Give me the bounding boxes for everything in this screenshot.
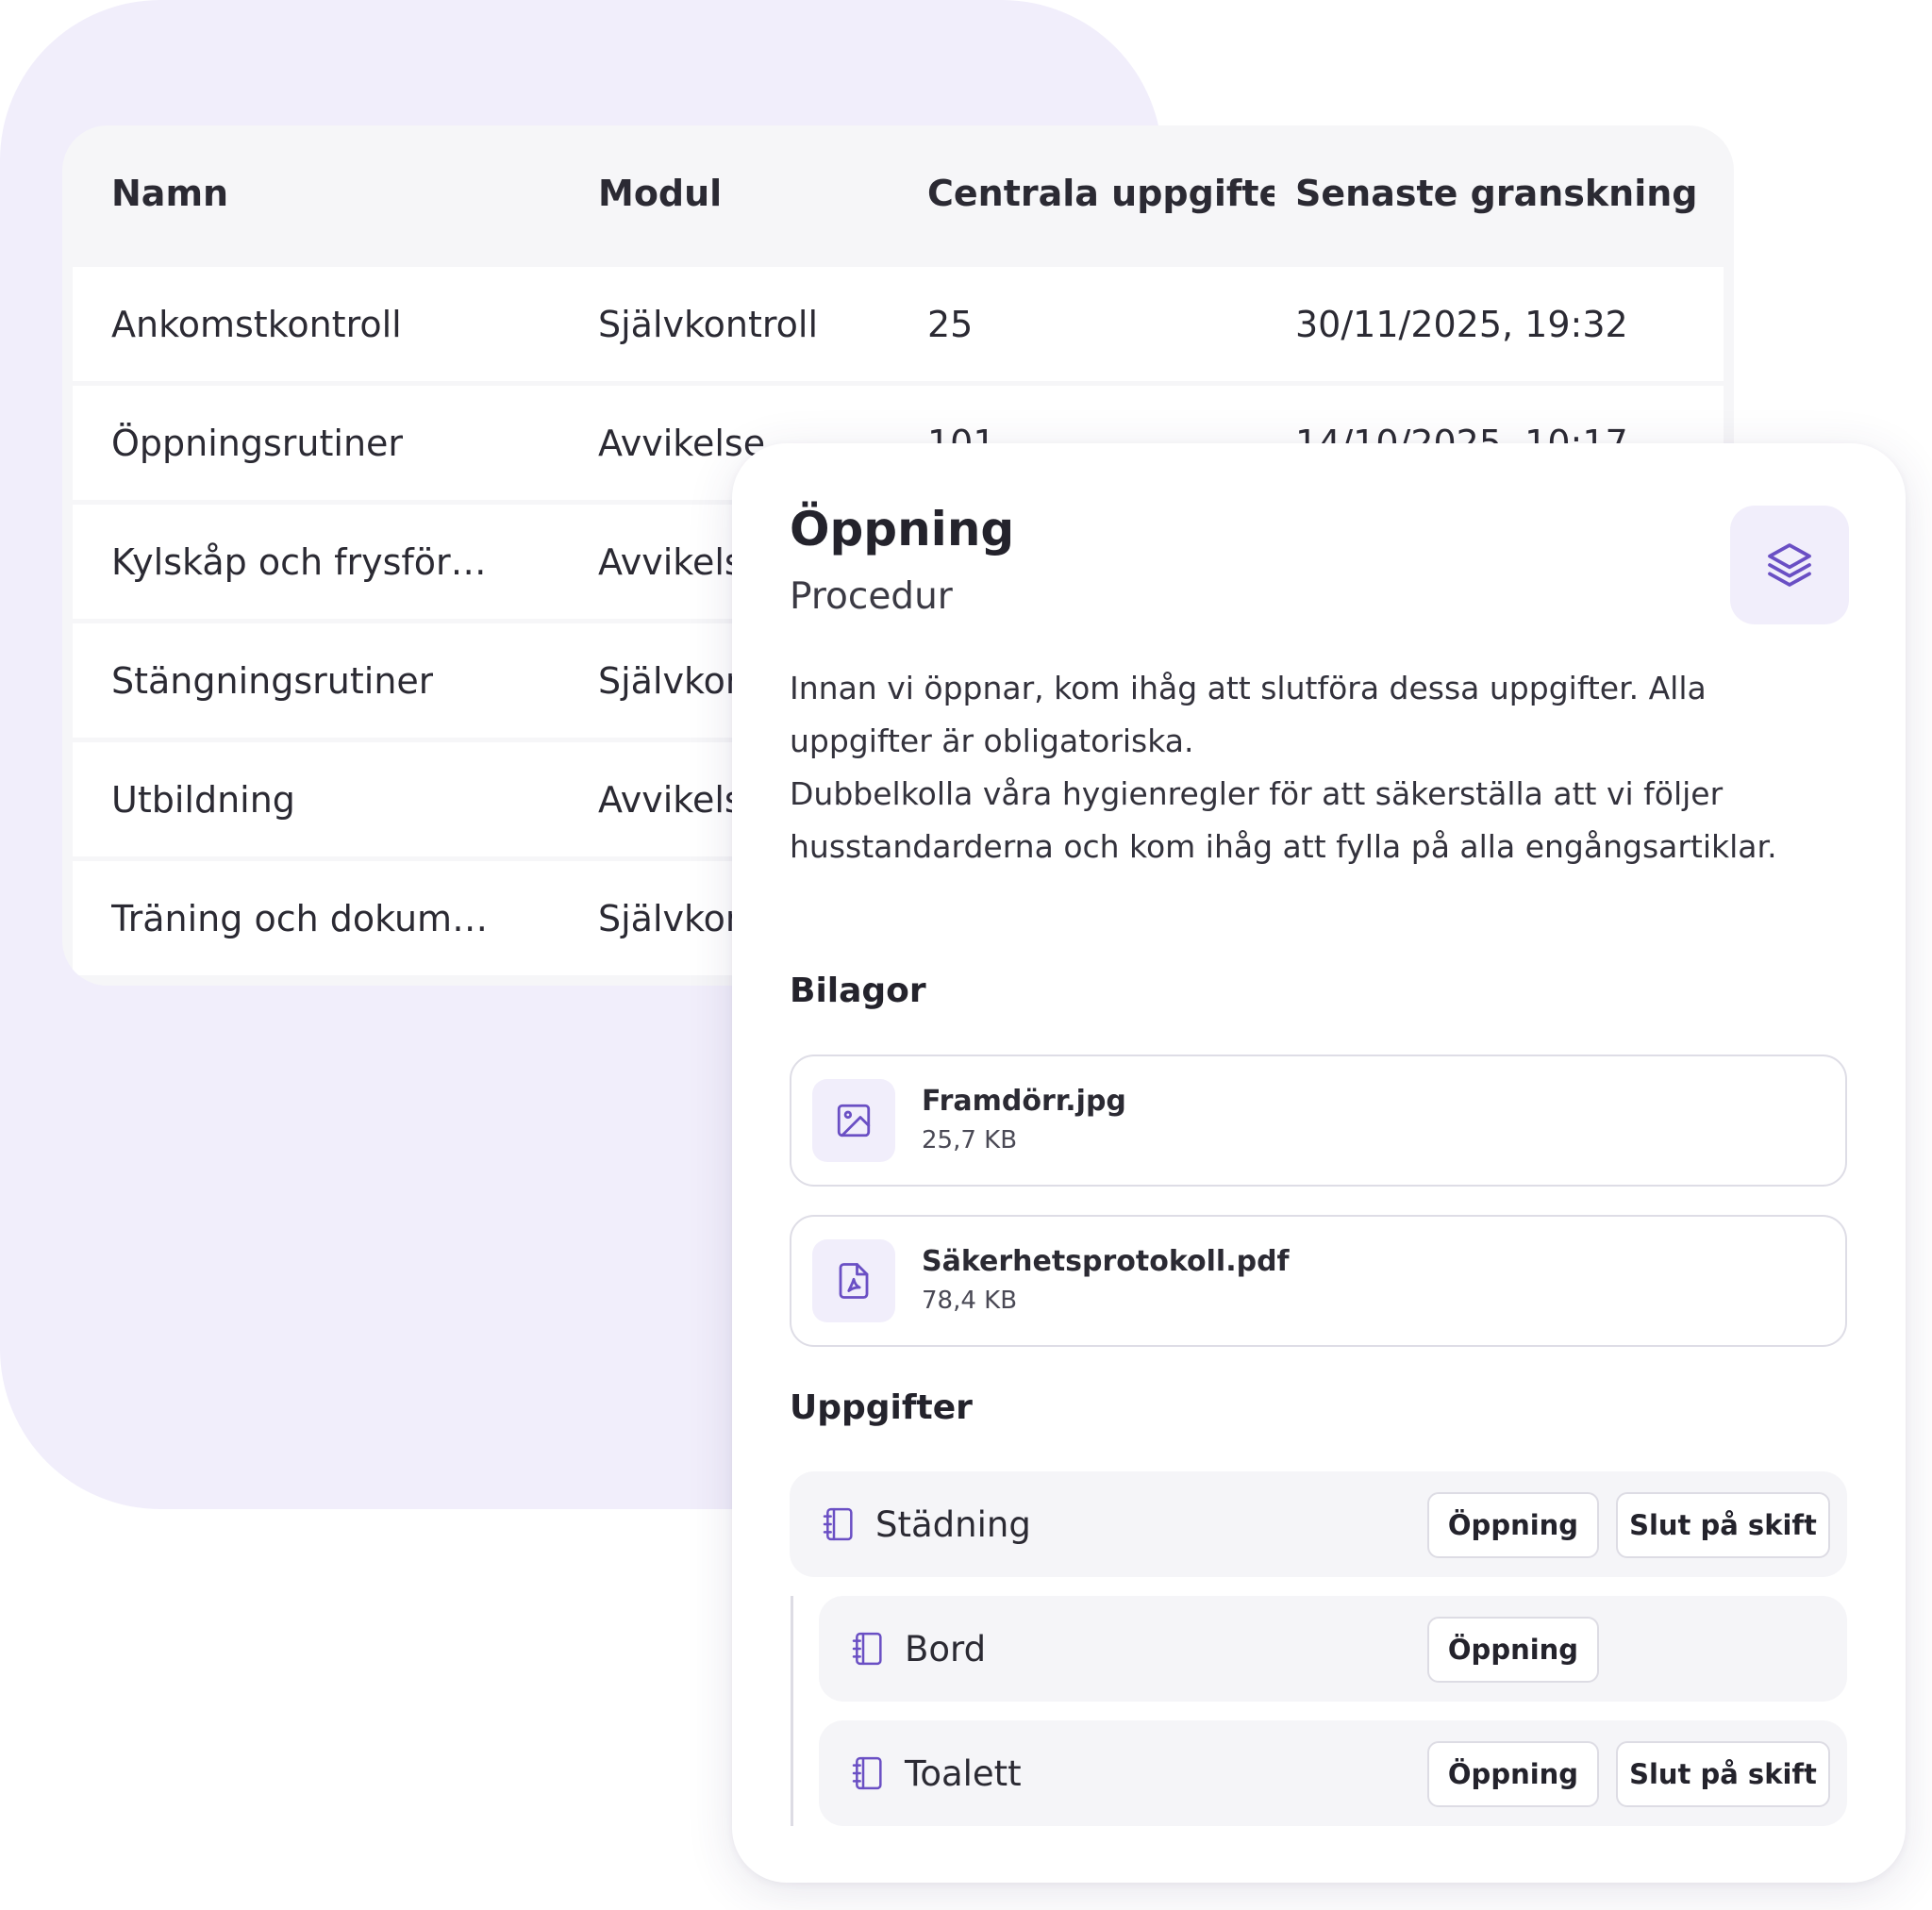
column-header-last-review[interactable]: Senaste granskning [1295, 173, 1720, 214]
row-module: Självkontroll [598, 303, 819, 345]
row-name: Stängningsrutiner [111, 659, 434, 702]
row-name: Kylskåp och frysför… [111, 540, 487, 583]
task-item[interactable]: Städning Öppning Slut på skift [790, 1471, 1847, 1577]
row-name: Ankomstkontroll [111, 303, 402, 345]
task-label: Städning [875, 1503, 1031, 1545]
notebook-icon [823, 1507, 853, 1541]
procedure-title: Öppning [790, 502, 1015, 556]
subtask-item[interactable]: Bord Öppning [819, 1596, 1847, 1702]
subtask-connector [791, 1596, 793, 1826]
attachment-item[interactable]: Säkerhetsprotokoll.pdf 78,4 KB [790, 1215, 1847, 1347]
tag-end-of-shift[interactable]: Slut på skift [1616, 1492, 1830, 1558]
row-name: Utbildning [111, 778, 295, 821]
image-icon [837, 1104, 871, 1138]
description-paragraph: Dubbelkolla våra hygienregler för att sä… [790, 775, 1777, 865]
attachment-item[interactable]: Framdörr.jpg 25,7 KB [790, 1055, 1847, 1187]
layers-icon [1768, 543, 1811, 587]
tag-end-of-shift[interactable]: Slut på skift [1616, 1741, 1830, 1807]
column-header-name[interactable]: Namn [111, 173, 564, 214]
notebook-icon [852, 1632, 882, 1666]
attachment-icon-box [812, 1079, 895, 1162]
attachment-size: 25,7 KB [922, 1126, 1018, 1154]
procedure-detail-panel: Öppning Procedur Innan vi öppnar, kom ih… [732, 443, 1906, 1883]
subtask-item[interactable]: Toalett Öppning Slut på skift [819, 1720, 1847, 1826]
row-last-review: 30/11/2025, 19:32 [1295, 303, 1628, 345]
description-paragraph: Innan vi öppnar, kom ihåg att slutföra d… [790, 670, 1707, 759]
tag-opening[interactable]: Öppning [1427, 1492, 1599, 1558]
attachment-icon-box [812, 1239, 895, 1322]
table-row[interactable]: Ankomstkontroll Självkontroll 25 30/11/2… [73, 267, 1724, 381]
task-label: Bord [905, 1628, 987, 1669]
procedure-type: Procedur [790, 575, 953, 618]
column-header-module[interactable]: Modul [598, 173, 900, 214]
task-label: Toalett [905, 1752, 1022, 1794]
column-header-tasks[interactable]: Centrala uppgifter [927, 173, 1274, 214]
layers-button[interactable] [1730, 506, 1849, 624]
attachment-name: Säkerhetsprotokoll.pdf [922, 1245, 1290, 1278]
attachments-heading: Bilagor [790, 972, 926, 1010]
attachment-size: 78,4 KB [922, 1287, 1018, 1315]
notebook-icon [852, 1756, 882, 1790]
procedure-description: Innan vi öppnar, kom ihåg att slutföra d… [790, 662, 1846, 873]
tag-opening[interactable]: Öppning [1427, 1617, 1599, 1683]
table-header: Namn Modul Centrala uppgifter Senaste gr… [62, 125, 1734, 267]
tasks-heading: Uppgifter [790, 1388, 973, 1427]
tag-opening[interactable]: Öppning [1427, 1741, 1599, 1807]
row-tasks: 25 [927, 303, 974, 345]
pdf-icon [839, 1263, 869, 1299]
row-name: Öppningsrutiner [111, 422, 404, 464]
attachment-name: Framdörr.jpg [922, 1085, 1126, 1118]
row-name: Träning och dokum… [111, 897, 489, 939]
